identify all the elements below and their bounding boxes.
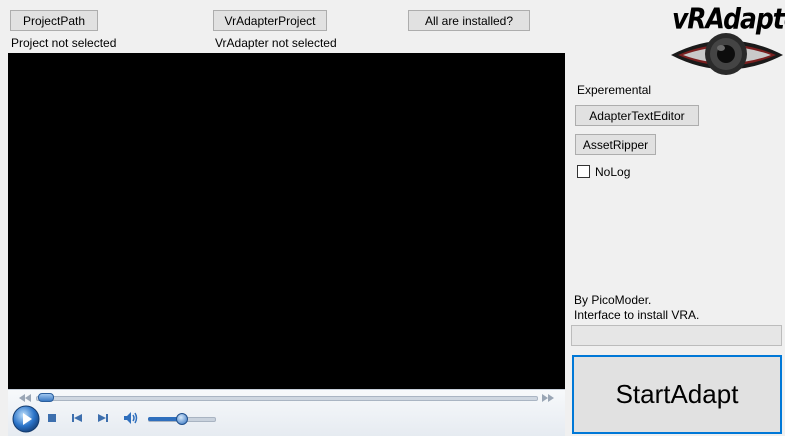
experimental-label: Experemental: [577, 83, 652, 97]
fast-forward-icon[interactable]: [542, 394, 554, 402]
description-label: Interface to install VRA.: [574, 308, 700, 322]
seek-bar[interactable]: [36, 396, 538, 401]
media-controls: [8, 389, 565, 436]
all-installed-button[interactable]: All are installed?: [408, 10, 530, 31]
vradapter-status-label: VrAdapter not selected: [215, 36, 337, 50]
stop-icon[interactable]: [47, 413, 57, 423]
video-player[interactable]: [8, 53, 565, 435]
previous-icon[interactable]: [71, 412, 83, 424]
credit-label: By PicoModer.: [574, 293, 652, 307]
logo-text: vRAdapter: [672, 2, 785, 36]
project-status-label: Project not selected: [11, 36, 117, 50]
install-progress-bar: [571, 325, 782, 346]
start-adapt-button[interactable]: StartAdapt: [572, 355, 782, 434]
volume-thumb[interactable]: [176, 413, 188, 425]
nolog-checkbox[interactable]: [577, 165, 590, 178]
seek-thumb[interactable]: [38, 393, 54, 402]
eye-logo-icon: [671, 33, 783, 75]
play-icon[interactable]: [12, 405, 40, 433]
nolog-label[interactable]: NoLog: [595, 165, 630, 179]
adapter-text-editor-button[interactable]: AdapterTextEditor: [575, 105, 699, 126]
next-icon[interactable]: [97, 412, 109, 424]
asset-ripper-button[interactable]: AssetRipper: [575, 134, 656, 155]
volume-icon[interactable]: [123, 411, 139, 425]
rewind-icon[interactable]: [19, 394, 31, 402]
project-path-button[interactable]: ProjectPath: [10, 10, 98, 31]
vradapter-project-button[interactable]: VrAdapterProject: [213, 10, 327, 31]
